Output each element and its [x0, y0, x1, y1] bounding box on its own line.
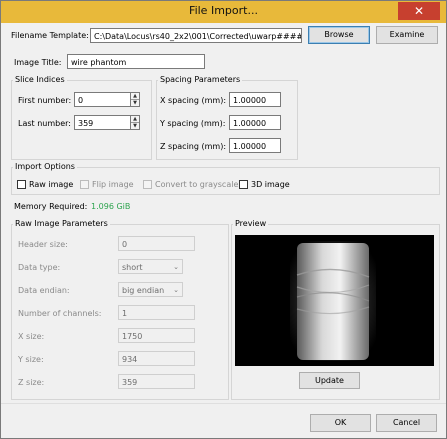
- z-size-label: Z size:: [18, 378, 45, 387]
- spacing-parameters-title: Spacing Parameters: [158, 75, 243, 84]
- first-number-spinner[interactable]: ▲ ▼: [131, 92, 140, 107]
- cancel-button[interactable]: Cancel: [376, 414, 437, 432]
- spin-down-icon[interactable]: ▼: [131, 100, 139, 106]
- 3d-image-checkbox[interactable]: [239, 180, 248, 189]
- first-number-field[interactable]: 0: [74, 92, 131, 107]
- 3d-image-label[interactable]: 3D image: [251, 180, 290, 189]
- chevron-down-icon: ⌄: [173, 263, 179, 271]
- convert-grayscale-label: Convert to grayscale: [155, 180, 239, 189]
- browse-button[interactable]: Browse: [308, 26, 370, 44]
- data-endian-value: big endian: [122, 286, 165, 295]
- z-size-field: 359: [118, 374, 195, 389]
- chevron-down-icon: ⌄: [173, 286, 179, 294]
- window-title: File Import...: [189, 4, 258, 17]
- data-endian-label: Data endian:: [18, 286, 70, 295]
- raw-image-checkbox[interactable]: [17, 180, 26, 189]
- ok-button[interactable]: OK: [310, 414, 371, 432]
- image-title-label: Image Title:: [14, 58, 62, 67]
- channels-field: 1: [118, 305, 195, 320]
- y-size-field: 934: [118, 351, 195, 366]
- data-endian-select: big endian ⌄: [118, 282, 183, 297]
- channels-label: Number of channels:: [18, 309, 102, 318]
- last-number-spinner[interactable]: ▲ ▼: [131, 115, 140, 130]
- x-spacing-label: X spacing (mm):: [160, 96, 227, 105]
- title-bar[interactable]: File Import... ✕: [1, 1, 446, 23]
- last-number-field[interactable]: 359: [74, 115, 131, 130]
- slice-indices-title: Slice Indices: [13, 75, 67, 84]
- filename-template-label: Filename Template:: [11, 31, 89, 40]
- spin-down-icon[interactable]: ▼: [131, 123, 139, 129]
- data-type-select: short ⌄: [118, 259, 183, 274]
- x-size-field: 1750: [118, 328, 195, 343]
- z-spacing-label: Z spacing (mm):: [160, 142, 227, 151]
- file-import-dialog: File Import... ✕ Filename Template: C:\D…: [0, 0, 447, 439]
- first-number-label: First number:: [18, 96, 72, 105]
- spin-up-icon[interactable]: ▲: [131, 116, 139, 123]
- memory-required-value: 1.096 GiB: [91, 202, 131, 211]
- flip-image-label: Flip image: [92, 180, 134, 189]
- y-size-label: Y size:: [18, 355, 44, 364]
- preview-image-graphic: [235, 235, 434, 366]
- close-icon: ✕: [413, 4, 425, 18]
- import-options-title: Import Options: [13, 162, 77, 171]
- close-button[interactable]: ✕: [398, 2, 440, 20]
- y-spacing-field[interactable]: 1.00000: [229, 115, 281, 130]
- x-size-label: X size:: [18, 332, 45, 341]
- data-type-label: Data type:: [18, 263, 61, 272]
- z-spacing-field[interactable]: 1.00000: [229, 138, 281, 153]
- memory-required-label: Memory Required:: [14, 202, 88, 211]
- spin-up-icon[interactable]: ▲: [131, 93, 139, 100]
- filename-template-field[interactable]: C:\Data\Locus\rs40_2x2\001\Corrected\uwa…: [90, 28, 302, 43]
- last-number-label: Last number:: [18, 119, 71, 128]
- convert-grayscale-checkbox: [143, 180, 152, 189]
- raw-image-parameters-title: Raw Image Parameters: [13, 219, 110, 228]
- preview-image: [235, 235, 434, 366]
- header-size-label: Header size:: [18, 240, 68, 249]
- image-title-field[interactable]: wire phantom: [67, 54, 205, 69]
- preview-title: Preview: [233, 219, 269, 228]
- header-size-field: 0: [118, 236, 195, 251]
- x-spacing-field[interactable]: 1.00000: [229, 92, 281, 107]
- flip-image-checkbox: [80, 180, 89, 189]
- footer-divider: [1, 403, 446, 404]
- raw-image-label[interactable]: Raw image: [29, 180, 73, 189]
- examine-button[interactable]: Examine: [376, 26, 438, 44]
- data-type-value: short: [122, 263, 143, 272]
- y-spacing-label: Y spacing (mm):: [160, 119, 226, 128]
- update-button[interactable]: Update: [299, 372, 360, 389]
- dialog-body: Filename Template: C:\Data\Locus\rs40_2x…: [1, 23, 446, 432]
